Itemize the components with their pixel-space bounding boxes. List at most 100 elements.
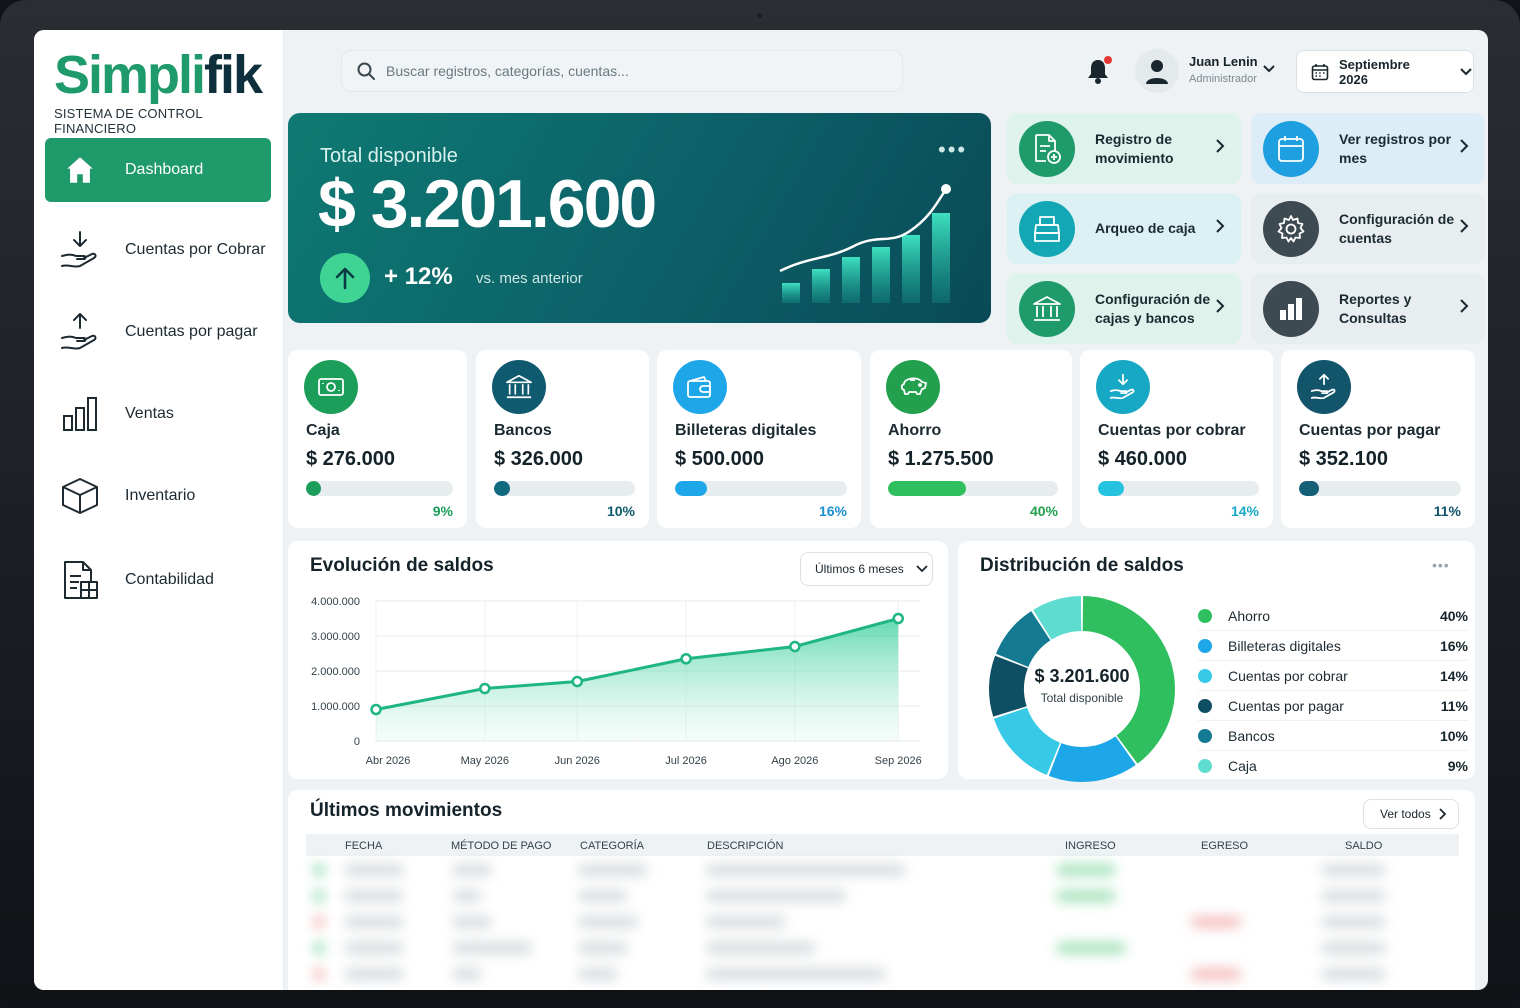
legend-swatch bbox=[1198, 608, 1212, 623]
data-point[interactable] bbox=[789, 640, 801, 653]
quick-action-arqueo-caja[interactable]: Arqueo de caja bbox=[1007, 193, 1241, 264]
data-point[interactable] bbox=[479, 682, 491, 695]
legend-percent: 40% bbox=[1439, 607, 1468, 624]
user-name[interactable]: Juan Lenin bbox=[1189, 54, 1258, 69]
x-tick-label: Sep 2026 bbox=[875, 755, 922, 767]
stat-card-cuentas-por-cobrar[interactable]: Cuentas por cobrar $ 460.000 14% bbox=[1080, 350, 1273, 528]
user-role: Administrador bbox=[1189, 73, 1257, 85]
more-options-icon[interactable]: ••• bbox=[938, 137, 967, 163]
hand-send-icon bbox=[1297, 360, 1351, 414]
quick-action-configuracion-cuentas[interactable]: Configuración de cuentas bbox=[1251, 193, 1485, 264]
search-input[interactable] bbox=[386, 63, 866, 79]
device-frame: Simplifik SISTEMA DE CONTROL FINANCIERO … bbox=[0, 0, 1520, 1008]
stat-card-bancos[interactable]: Bancos $ 326.000 10% bbox=[476, 350, 649, 528]
stat-value: $ 1.275.500 bbox=[888, 448, 994, 470]
x-tick-label: Jun 2026 bbox=[555, 755, 600, 767]
bar-chart-icon bbox=[45, 394, 115, 434]
stat-label: Bancos bbox=[494, 422, 552, 439]
quick-action-reportes[interactable]: Reportes y Consultas bbox=[1251, 273, 1485, 344]
legend-item[interactable]: Billeteras digitales 16% bbox=[1198, 631, 1468, 661]
cash-register-icon bbox=[1019, 200, 1075, 257]
x-tick-label: Ago 2026 bbox=[771, 755, 818, 767]
logo[interactable]: Simplifik bbox=[54, 44, 263, 106]
period-select[interactable]: Septiembre 2026 bbox=[1296, 50, 1474, 93]
y-tick-label: 2.000.000 bbox=[311, 666, 360, 678]
donut-center-amount: $ 3.201.600 bbox=[1034, 666, 1130, 686]
legend-percent: 10% bbox=[1439, 727, 1468, 744]
sidebar-item-cuentas-por-cobrar[interactable]: Cuentas por Cobrar bbox=[45, 218, 271, 282]
evolution-panel: Evolución de saldos Últimos 6 meses 4.00… bbox=[288, 541, 948, 779]
column-header-ingreso[interactable]: INGRESO bbox=[1065, 840, 1116, 852]
total-balance-card: Total disponible $ 3.201.600 + 12% vs. m… bbox=[288, 113, 991, 323]
y-tick-label: 0 bbox=[354, 736, 360, 748]
box-icon bbox=[45, 475, 115, 517]
donut-slice[interactable] bbox=[993, 707, 1061, 776]
data-point[interactable] bbox=[892, 612, 904, 625]
view-all-button[interactable]: Ver todos bbox=[1363, 799, 1459, 829]
more-options-icon[interactable]: ••• bbox=[1432, 557, 1450, 573]
data-point[interactable] bbox=[680, 653, 692, 665]
legend-percent: 9% bbox=[1447, 757, 1468, 774]
bank-icon bbox=[492, 360, 546, 414]
column-header-categoria[interactable]: CATEGORÍA bbox=[580, 840, 644, 852]
bank-icon bbox=[1019, 280, 1075, 337]
user-icon bbox=[1146, 60, 1168, 84]
stat-card-billeteras[interactable]: Billeteras digitales $ 500.000 16% bbox=[657, 350, 861, 528]
legend-item[interactable]: Bancos 10% bbox=[1198, 721, 1468, 751]
ledger-icon bbox=[45, 558, 115, 602]
stat-progress-fill bbox=[675, 481, 707, 496]
legend-item[interactable]: Ahorro 40% bbox=[1198, 601, 1468, 631]
legend-item[interactable]: Cuentas por pagar 11% bbox=[1198, 691, 1468, 721]
sidebar-item-cuentas-por-pagar[interactable]: Cuentas por pagar bbox=[45, 300, 271, 364]
sidebar-item-inventario[interactable]: Inventario bbox=[45, 464, 271, 528]
column-header-descripcion[interactable]: DESCRIPCIÓN bbox=[707, 840, 783, 852]
legend-item[interactable]: Cuentas por cobrar 14% bbox=[1198, 661, 1468, 691]
column-header-egreso[interactable]: EGRESO bbox=[1201, 840, 1248, 852]
stat-card-cuentas-por-pagar[interactable]: Cuentas por pagar $ 352.100 11% bbox=[1281, 350, 1475, 528]
growth-chart-illustration bbox=[778, 175, 958, 310]
data-point[interactable] bbox=[571, 675, 584, 688]
stat-value: $ 500.000 bbox=[675, 448, 764, 470]
stat-card-caja[interactable]: Caja $ 276.000 9% bbox=[288, 350, 467, 528]
hand-receive-icon bbox=[1096, 360, 1150, 414]
stat-percent: 14% bbox=[1230, 503, 1259, 519]
legend-item[interactable]: Caja 9% bbox=[1198, 751, 1468, 781]
calendar-icon bbox=[1263, 120, 1319, 177]
chevron-right-icon bbox=[1459, 298, 1469, 319]
stat-progress-fill bbox=[888, 481, 966, 496]
blurred-table-rows bbox=[306, 856, 1459, 990]
column-header-metodo-pago[interactable]: MÉTODO DE PAGO bbox=[451, 840, 551, 852]
stat-progress-fill bbox=[494, 481, 510, 496]
x-tick-label: May 2026 bbox=[461, 755, 509, 767]
chevron-down-icon[interactable] bbox=[1262, 61, 1276, 79]
stat-percent: 16% bbox=[818, 503, 847, 519]
movements-title: Últimos movimientos bbox=[310, 800, 503, 821]
y-tick-label: 1.000.000 bbox=[311, 701, 360, 713]
search-icon bbox=[356, 61, 376, 81]
sidebar-item-ventas[interactable]: Ventas bbox=[45, 382, 271, 446]
column-header-saldo[interactable]: SALDO bbox=[1345, 840, 1382, 852]
view-all-label: Ver todos bbox=[1380, 807, 1431, 821]
quick-action-registro-movimiento[interactable]: Registro de movimiento bbox=[1007, 113, 1241, 184]
stat-progress-track bbox=[888, 481, 1058, 496]
sidebar-item-label: Inventario bbox=[125, 487, 196, 504]
column-header-fecha[interactable]: FECHA bbox=[345, 840, 382, 852]
stat-value: $ 460.000 bbox=[1098, 448, 1187, 470]
quick-action-ver-registros[interactable]: Ver registros por mes bbox=[1251, 113, 1485, 184]
logo-part-1: Simpli bbox=[54, 45, 206, 105]
sidebar-item-contabilidad[interactable]: Contabilidad bbox=[45, 548, 271, 612]
search-bar[interactable] bbox=[341, 50, 903, 92]
quick-action-label: Reportes y Consultas bbox=[1339, 290, 1412, 326]
stat-card-ahorro[interactable]: Ahorro $ 1.275.500 40% bbox=[870, 350, 1072, 528]
chevron-right-icon bbox=[1215, 138, 1225, 159]
quick-action-label: Configuración de cuentas bbox=[1339, 210, 1455, 246]
sidebar-item-dashboard[interactable]: Dashboard bbox=[45, 138, 271, 202]
stat-value: $ 352.100 bbox=[1299, 448, 1388, 470]
distribution-donut-chart bbox=[989, 596, 1175, 782]
quick-action-configuracion-cajas-bancos[interactable]: Configuración de cajas y bancos bbox=[1007, 273, 1241, 344]
hand-send-icon bbox=[45, 310, 115, 354]
avatar[interactable] bbox=[1135, 49, 1179, 93]
stat-progress-fill bbox=[306, 481, 321, 496]
data-point[interactable] bbox=[370, 703, 382, 716]
legend-swatch bbox=[1198, 698, 1212, 713]
